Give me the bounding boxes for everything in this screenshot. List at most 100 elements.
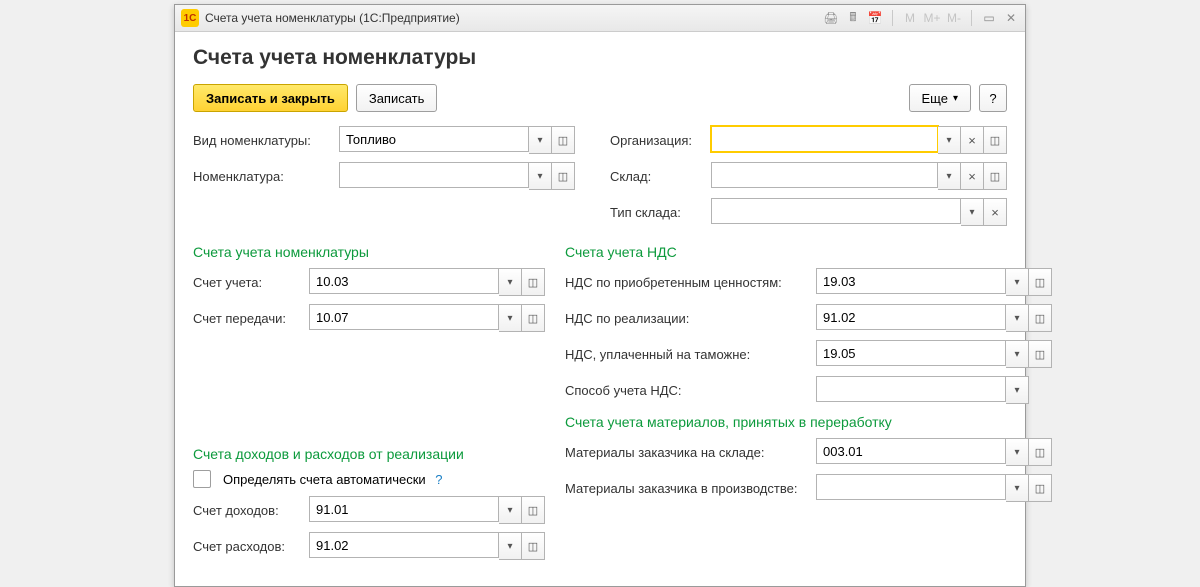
vat-method-dropdown-icon[interactable]	[1006, 376, 1029, 404]
calendar-icon[interactable]: 📅	[867, 10, 883, 26]
expense-open-icon[interactable]	[522, 532, 545, 560]
sec1-title: Счета учета номенклатуры	[193, 244, 545, 260]
filter-left: Вид номенклатуры: Номенклатура:	[193, 126, 590, 234]
separator	[971, 10, 972, 26]
vat-sales-dropdown-icon[interactable]	[1006, 304, 1029, 332]
vat-purchase-open-icon[interactable]	[1029, 268, 1052, 296]
calculator-icon[interactable]: 🖩	[845, 10, 861, 26]
page-title: Счета учета номенклатуры	[193, 46, 1007, 70]
save-button[interactable]: Записать	[356, 84, 438, 112]
mem-m[interactable]: M	[902, 10, 918, 26]
sec3-title: Счета доходов и расходов от реализации	[193, 446, 545, 462]
vat-customs-combo	[816, 340, 1052, 368]
warehouse-open-icon[interactable]	[984, 162, 1007, 190]
nomenclature-combo	[339, 162, 575, 190]
filter-right: Организация: Склад:	[610, 126, 1007, 234]
kind-input[interactable]	[339, 126, 529, 152]
save-close-button[interactable]: Записать и закрыть	[193, 84, 348, 112]
mem-mminus[interactable]: M-	[946, 10, 962, 26]
org-open-icon[interactable]	[984, 126, 1007, 154]
vat-sales-open-icon[interactable]	[1029, 304, 1052, 332]
mat-prod-input[interactable]	[816, 474, 1006, 500]
acct-combo	[309, 268, 545, 296]
vat-customs-dropdown-icon[interactable]	[1006, 340, 1029, 368]
mem-mplus[interactable]: M+	[924, 10, 940, 26]
vat-method-label: Способ учета НДС:	[565, 383, 810, 398]
auto-checkbox[interactable]	[193, 470, 211, 488]
warehouse-type-dropdown-icon[interactable]	[961, 198, 984, 226]
content: Счета учета номенклатуры Записать и закр…	[175, 32, 1025, 586]
auto-label: Определять счета автоматически	[223, 472, 426, 487]
body-columns: Счета учета номенклатуры Счет учета: Сче…	[193, 234, 1007, 568]
warehouse-dropdown-icon[interactable]	[938, 162, 961, 190]
org-label: Организация:	[610, 133, 705, 148]
help-button[interactable]: ?	[979, 84, 1007, 112]
transfer-dropdown-icon[interactable]	[499, 304, 522, 332]
mat-prod-combo	[816, 474, 1052, 502]
income-dropdown-icon[interactable]	[499, 496, 522, 524]
transfer-input[interactable]	[309, 304, 499, 330]
vat-sales-label: НДС по реализации:	[565, 311, 810, 326]
acct-open-icon[interactable]	[522, 268, 545, 296]
vat-purchase-input[interactable]	[816, 268, 1006, 294]
org-clear-icon[interactable]	[961, 126, 984, 154]
window-title: Счета учета номенклатуры (1С:Предприятие…	[205, 11, 823, 25]
vat-customs-open-icon[interactable]	[1029, 340, 1052, 368]
acct-dropdown-icon[interactable]	[499, 268, 522, 296]
warehouse-type-clear-icon[interactable]	[984, 198, 1007, 226]
nomenclature-open-icon[interactable]	[552, 162, 575, 190]
close-icon[interactable]: ✕	[1003, 10, 1019, 26]
kind-label: Вид номенклатуры:	[193, 133, 333, 148]
acct-input[interactable]	[309, 268, 499, 294]
kind-open-icon[interactable]	[552, 126, 575, 154]
col-right: Счета учета НДС НДС по приобретенным цен…	[565, 234, 1052, 568]
warehouse-type-input[interactable]	[711, 198, 961, 224]
mat-prod-open-icon[interactable]	[1029, 474, 1052, 502]
warehouse-label: Склад:	[610, 169, 705, 184]
titlebar-controls: 🖨 🖩 📅 M M+ M- ▭ ✕	[823, 10, 1019, 26]
mat-stock-open-icon[interactable]	[1029, 438, 1052, 466]
kind-dropdown-icon[interactable]	[529, 126, 552, 154]
vat-sales-input[interactable]	[816, 304, 1006, 330]
income-combo	[309, 496, 545, 524]
nomenclature-input[interactable]	[339, 162, 529, 188]
vat-customs-input[interactable]	[816, 340, 1006, 366]
app-logo: 1C	[181, 9, 199, 27]
mat-stock-dropdown-icon[interactable]	[1006, 438, 1029, 466]
income-open-icon[interactable]	[522, 496, 545, 524]
expense-input[interactable]	[309, 532, 499, 558]
vat-customs-label: НДС, уплаченный на таможне:	[565, 347, 810, 362]
org-dropdown-icon[interactable]	[938, 126, 961, 154]
more-label: Еще	[922, 91, 948, 106]
vat-sales-combo	[816, 304, 1052, 332]
titlebar: 1C Счета учета номенклатуры (1С:Предприя…	[175, 5, 1025, 32]
toolbar: Записать и закрыть Записать Еще ▾ ?	[193, 84, 1007, 112]
vat-purchase-combo	[816, 268, 1052, 296]
warehouse-clear-icon[interactable]	[961, 162, 984, 190]
more-button[interactable]: Еще ▾	[909, 84, 971, 112]
mat-prod-label: Материалы заказчика в производстве:	[565, 481, 810, 496]
vat-method-input[interactable]	[816, 376, 1006, 402]
app-window: 1C Счета учета номенклатуры (1С:Предприя…	[174, 4, 1026, 587]
expense-dropdown-icon[interactable]	[499, 532, 522, 560]
income-input[interactable]	[309, 496, 499, 522]
vat-purchase-dropdown-icon[interactable]	[1006, 268, 1029, 296]
transfer-open-icon[interactable]	[522, 304, 545, 332]
mat-stock-input[interactable]	[816, 438, 1006, 464]
nomenclature-label: Номенклатура:	[193, 169, 333, 184]
warehouse-input[interactable]	[711, 162, 938, 188]
auto-help-icon[interactable]: ?	[432, 472, 443, 487]
separator	[892, 10, 893, 26]
warehouse-combo	[711, 162, 1007, 190]
mat-prod-dropdown-icon[interactable]	[1006, 474, 1029, 502]
income-label: Счет доходов:	[193, 503, 303, 518]
print-icon[interactable]: 🖨	[823, 10, 839, 26]
chevron-down-icon: ▾	[953, 93, 958, 104]
nomenclature-dropdown-icon[interactable]	[529, 162, 552, 190]
transfer-combo	[309, 304, 545, 332]
mat-stock-label: Материалы заказчика на складе:	[565, 445, 810, 460]
vat-method-combo	[816, 376, 1029, 404]
minimize-icon[interactable]: ▭	[981, 10, 997, 26]
org-input[interactable]	[711, 126, 938, 152]
expense-combo	[309, 532, 545, 560]
